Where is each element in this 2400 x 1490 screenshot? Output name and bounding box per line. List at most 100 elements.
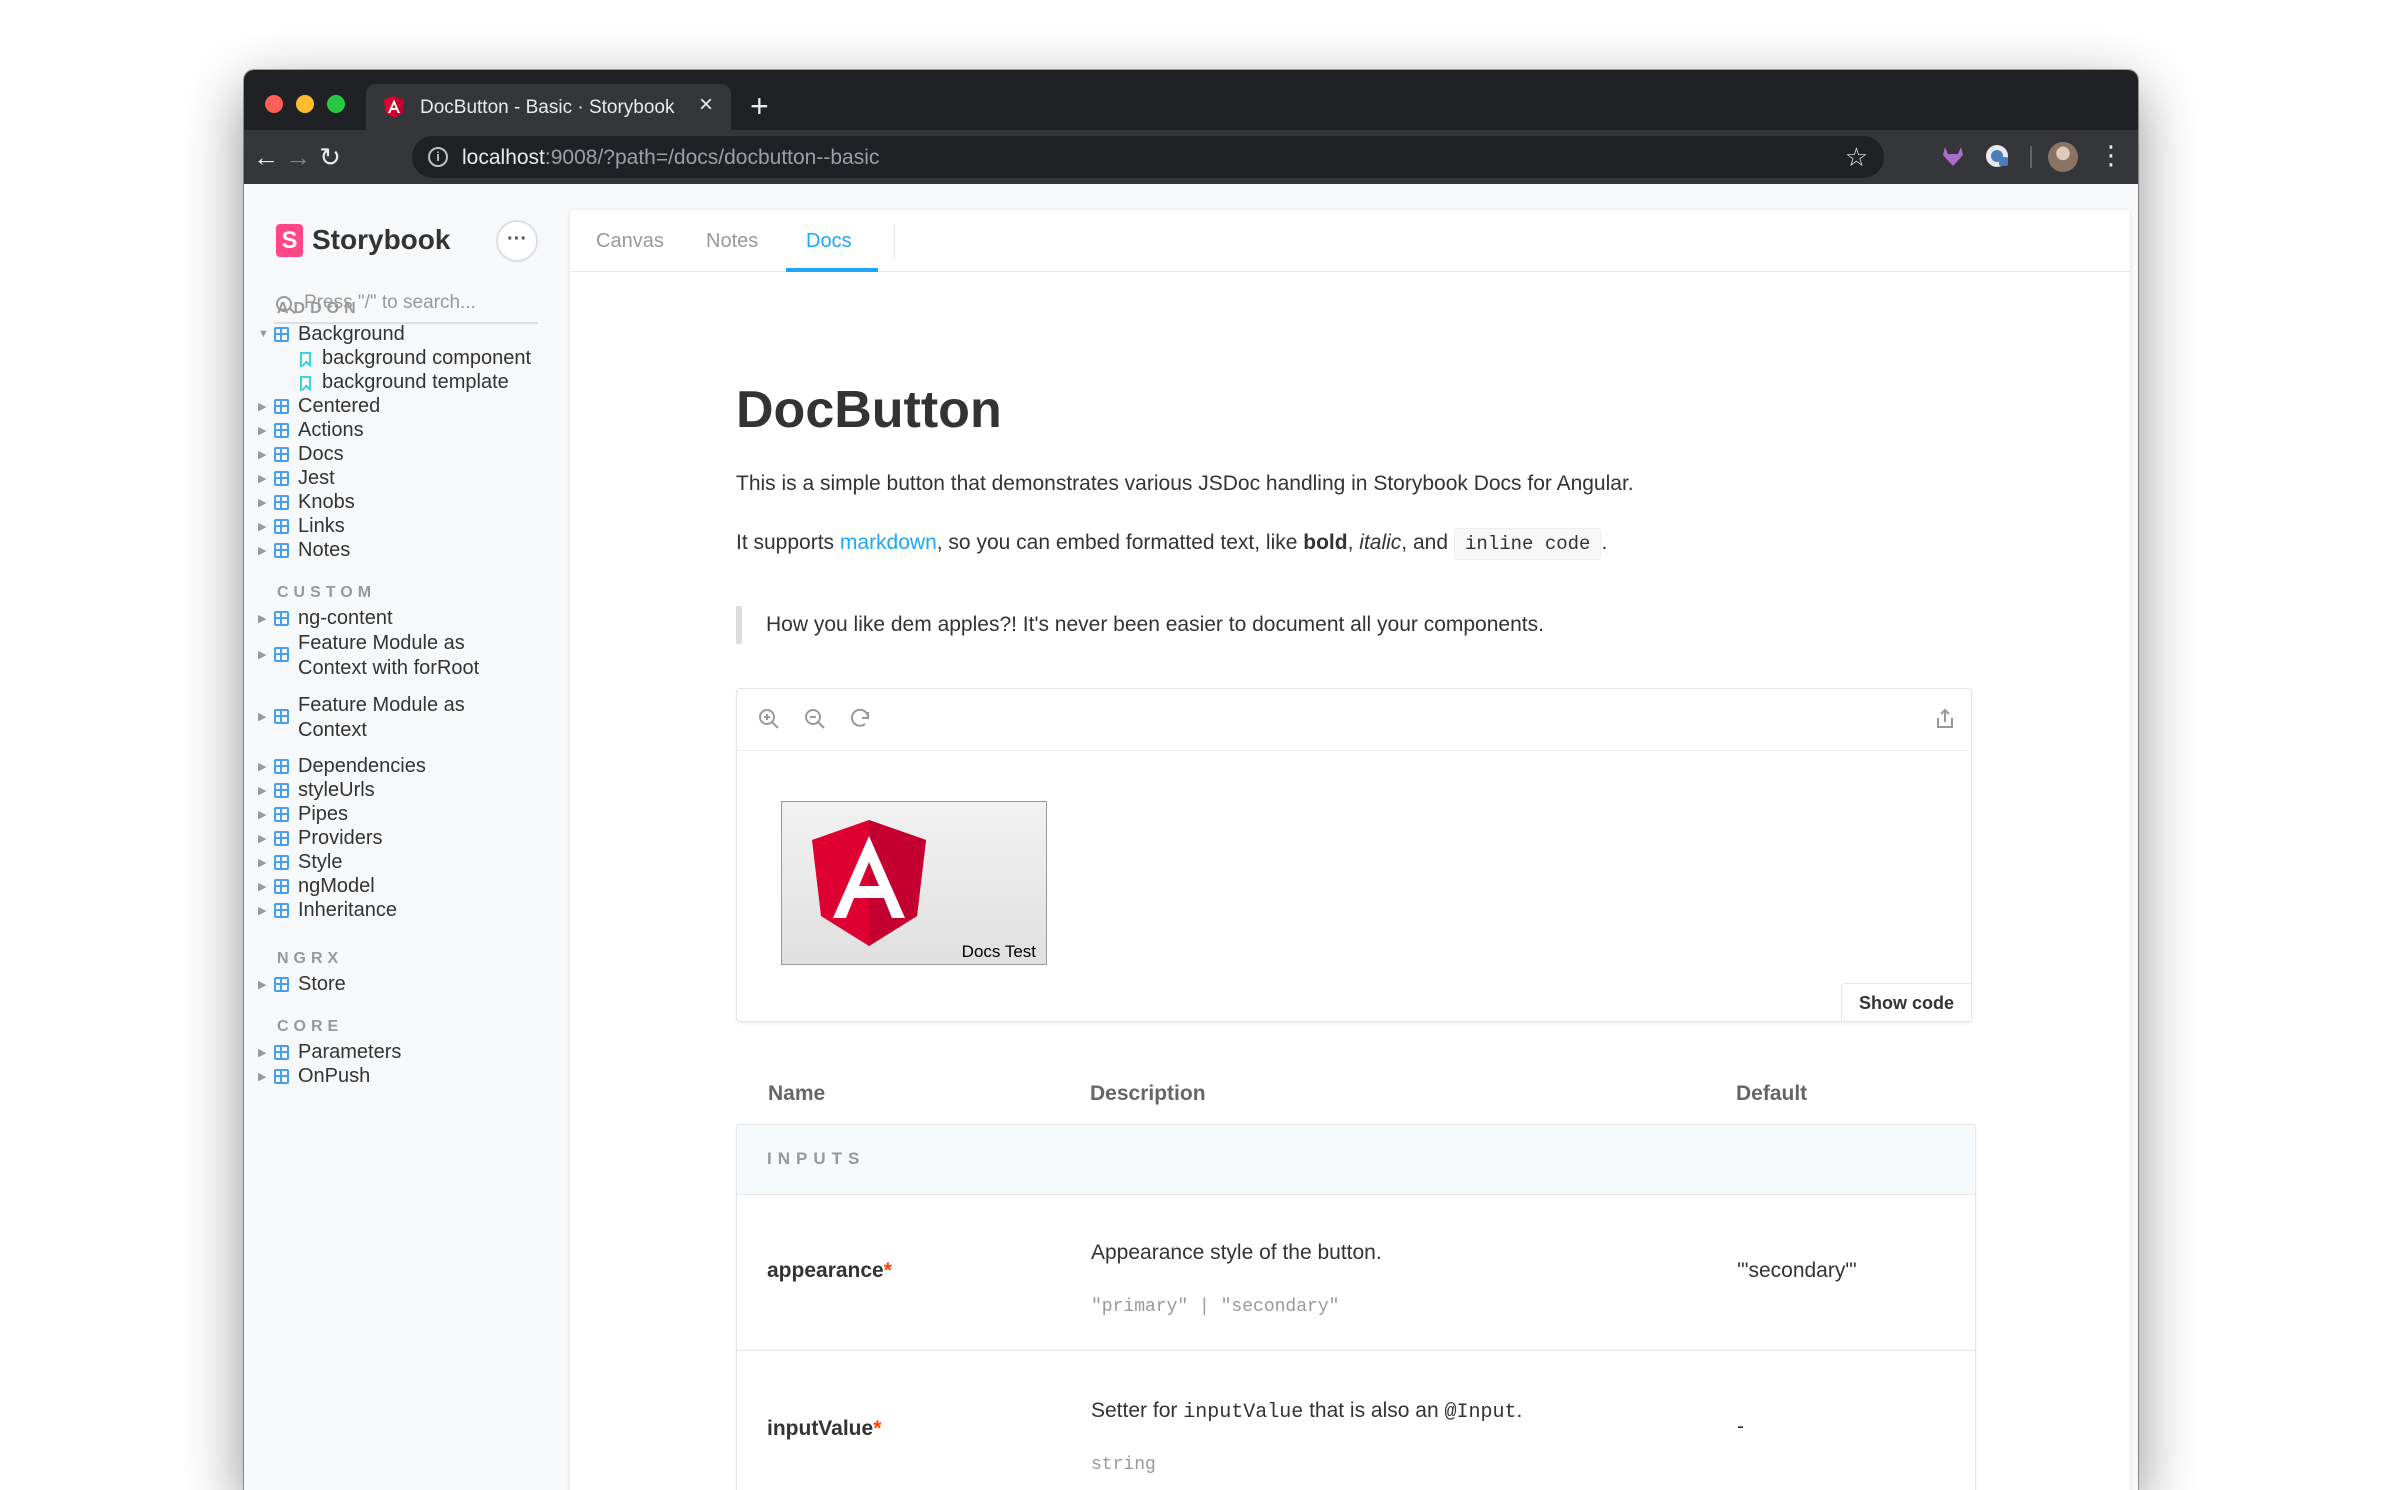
storybook-sidebar: S Storybook ··· ADDON ▼Background backgr… [244,184,566,1490]
browser-tab[interactable]: DocButton - Basic · Storybook × [366,84,731,130]
active-tab-indicator [786,268,878,272]
collapsed-arrow-icon: ▶ [258,711,267,723]
browser-titlebar: DocButton - Basic · Storybook × + [244,70,2138,130]
section-title-ngrx: NGRX [277,950,344,967]
tab-docs[interactable]: Docs [806,230,852,253]
collapsed-arrow-icon: ▶ [258,545,267,557]
component-icon [274,519,289,534]
extension-icon[interactable] [1984,143,2010,169]
expanded-arrow-icon: ▼ [258,328,269,340]
story-icon [300,376,311,391]
inline-code: inline code [1454,528,1602,560]
prop-default: - [1737,1415,1744,1438]
markdown-paragraph: It supports markdown, so you can embed f… [736,528,1607,560]
collapsed-arrow-icon: ▶ [258,425,267,437]
zoom-in-icon[interactable] [757,707,781,731]
panel-tabs: Canvas Notes Docs [570,210,2130,272]
angular-logo-icon [812,820,926,946]
sidebar-item-feature-module[interactable]: ▶ Feature Module as Context [244,688,566,748]
collapsed-arrow-icon: ▶ [258,809,267,821]
zoom-out-icon[interactable] [803,707,827,731]
sidebar-item-store[interactable]: ▶ Store [244,968,566,1002]
show-code-button[interactable]: Show code [1841,983,1971,1021]
component-icon [274,471,289,486]
component-icon [274,831,289,846]
share-icon[interactable] [1933,707,1957,731]
back-icon[interactable]: ← [248,139,284,175]
prop-type: string [1091,1455,1156,1475]
profile-avatar[interactable] [2048,142,2078,172]
minimize-window-button[interactable] [296,95,314,113]
sidebar-item-inheritance[interactable]: ▶ Inheritance [244,894,566,928]
gitlab-extension-icon[interactable] [1940,143,1966,169]
collapsed-arrow-icon: ▶ [258,473,267,485]
tab-divider [894,224,895,260]
intro-paragraph: This is a simple button that demonstrate… [736,472,1634,495]
component-icon [274,327,289,342]
close-window-button[interactable] [265,95,283,113]
prop-type: "primary" | "secondary" [1091,1297,1340,1317]
zoom-reset-icon[interactable] [849,707,873,731]
doc-button-demo[interactable]: Docs Test [781,801,1047,965]
markdown-link[interactable]: markdown [840,531,937,554]
sidebar-item-feature-module-forroot[interactable]: ▶ Feature Module as Context with forRoot [244,626,566,686]
new-tab-icon[interactable]: + [750,90,769,122]
close-tab-icon[interactable]: × [699,93,713,117]
component-icon [274,647,289,662]
prop-description: Appearance style of the button. [1091,1241,1382,1264]
collapsed-arrow-icon: ▶ [258,979,267,991]
docs-panel: Canvas Notes Docs DocButton This is a si… [570,210,2130,1490]
tab-notes[interactable]: Notes [706,230,758,253]
story-preview: Docs Test Show code [736,688,1972,1022]
info-icon[interactable]: i [428,147,448,167]
component-icon [274,1045,289,1060]
collapsed-arrow-icon: ▶ [258,857,267,869]
sidebar-menu-button[interactable]: ··· [496,220,538,262]
collapsed-arrow-icon: ▶ [258,785,267,797]
collapsed-arrow-icon: ▶ [258,649,267,661]
blockquote: How you like dem apples?! It's never bee… [736,606,1544,644]
component-icon [274,783,289,798]
bookmark-star-icon[interactable]: ☆ [1845,142,1868,173]
column-header-name: Name [768,1082,826,1105]
sidebar-item-notes[interactable]: ▶ Notes [244,534,566,568]
section-title-core: CORE [277,1018,344,1035]
tab-canvas[interactable]: Canvas [596,230,664,253]
collapsed-arrow-icon: ▶ [258,833,267,845]
component-icon [274,399,289,414]
column-header-description: Description [1090,1082,1206,1105]
browser-menu-icon[interactable]: ⋮ [2098,140,2124,170]
table-row: appearance* Appearance style of the butt… [737,1195,1975,1351]
prop-name: appearance* [767,1259,892,1282]
collapsed-arrow-icon: ▶ [258,401,267,413]
required-marker: * [883,1259,892,1282]
reload-icon[interactable]: ↻ [312,139,348,175]
storybook-logo-icon: S [276,224,303,257]
component-icon [274,543,289,558]
collapsed-arrow-icon: ▶ [258,761,267,773]
preview-toolbar [737,689,1971,751]
component-icon [274,1069,289,1084]
component-icon [274,495,289,510]
component-icon [274,855,289,870]
maximize-window-button[interactable] [327,95,345,113]
props-table: INPUTS appearance* Appearance style of t… [736,1124,1976,1490]
props-section-row[interactable]: INPUTS [737,1125,1975,1195]
sidebar-item-onpush[interactable]: ▶ OnPush [244,1060,566,1094]
component-icon [274,423,289,438]
demo-caption: Docs Test [961,942,1036,961]
prop-default: '"secondary"' [1737,1259,1857,1282]
browser-toolbar: ← → ↻ i localhost:9008/?path=/docs/docbu… [244,130,2138,184]
address-bar[interactable]: i localhost:9008/?path=/docs/docbutton--… [412,136,1884,178]
collapsed-arrow-icon: ▶ [258,613,267,625]
prop-description: Setter for inputValue that is also an @I… [1091,1399,1523,1424]
table-row: inputValue* Setter for inputValue that i… [737,1351,1975,1490]
component-icon [274,977,289,992]
collapsed-arrow-icon: ▶ [258,497,267,509]
browser-window: DocButton - Basic · Storybook × + ← → ↻ … [244,70,2138,1490]
component-icon [274,879,289,894]
column-header-default: Default [1736,1082,1808,1105]
tab-title: DocButton - Basic · Storybook [420,97,675,118]
angular-favicon-icon [384,96,404,118]
forward-icon[interactable]: → [280,139,316,175]
